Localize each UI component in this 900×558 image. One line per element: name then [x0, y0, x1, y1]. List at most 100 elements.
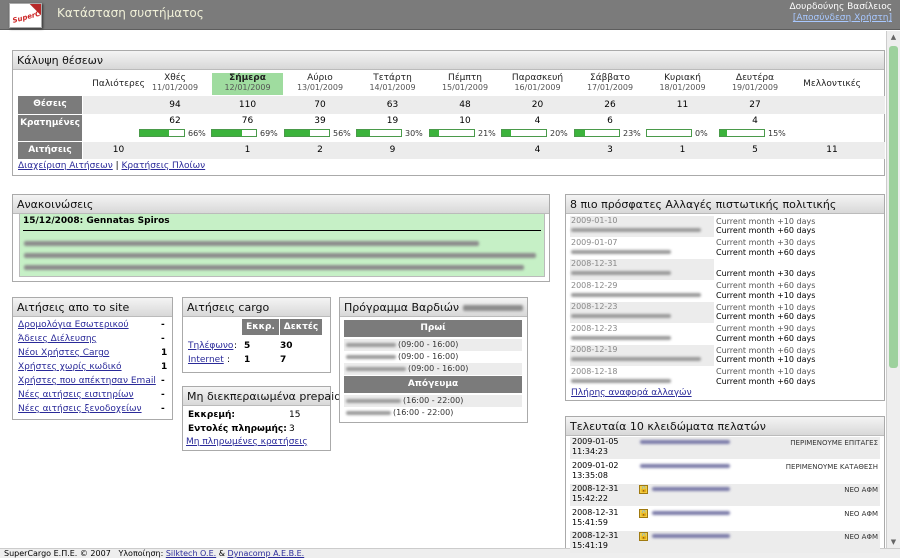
booked-percent: 30% — [405, 129, 423, 138]
site-request-link[interactable]: Άδειες Διέλευσης — [18, 334, 97, 344]
cargo-row-phone-label[interactable]: Τηλέφωνο — [188, 341, 233, 351]
booked-progress-fill — [357, 130, 371, 136]
booked-progress-bar — [501, 129, 547, 137]
requests-cell: 11 — [826, 145, 838, 155]
policy-date: 2008-12-23 — [571, 323, 618, 333]
coverage-row-label: Θέσεις — [18, 96, 82, 114]
top-bar: SuperCargo Κατάσταση συστήματος Δουρδούν… — [0, 0, 900, 30]
day-date: 14/01/2009 — [369, 83, 416, 92]
lock-customer-link[interactable] — [652, 487, 730, 491]
shift-morning-header: Πρωί — [344, 320, 522, 337]
booked-percent: 0% — [695, 129, 708, 138]
seats-cell: 20 — [531, 100, 544, 110]
site-request-link[interactable]: Νέες αιτήσεις εισιτηρίων — [18, 390, 134, 400]
booked-progress-bar — [429, 129, 475, 137]
booked-progress-bar — [646, 129, 692, 137]
policy-new-term: Current month +60 days — [716, 247, 816, 257]
footer-impl-label: Υλοποίηση: — [118, 549, 164, 558]
scroll-up-icon[interactable]: ▲ — [887, 31, 900, 43]
scrollbar-thumb[interactable] — [889, 46, 898, 368]
policy-customer — [571, 271, 671, 275]
day-header: Παρασκευή 16/01/2009 — [502, 73, 573, 95]
coverage-row-label: Κρατημένες — [18, 115, 82, 141]
site-request-link[interactable]: Νέες αιτήσεις ξενοδοχείων — [18, 404, 142, 414]
policy-date: 2008-12-29 — [571, 280, 618, 290]
announcement-item: 15/12/2008: Gennatas Spiros — [19, 213, 545, 277]
booked-progress-bar — [574, 129, 620, 137]
cargo-row-internet-pending: 1 — [244, 355, 251, 365]
locks-title: Τελευταία 10 κλειδώματα πελατών — [566, 417, 884, 436]
policy-new-term: Current month +60 days — [716, 333, 816, 343]
requests-cell: 4 — [534, 145, 541, 155]
vertical-scrollbar[interactable]: ▲ ▼ — [886, 31, 900, 548]
day-name: Παρασκευή — [511, 73, 564, 83]
announcements-title: Ανακοινώσεις — [13, 195, 549, 214]
lock-icon: 🔒 — [639, 532, 648, 541]
requests-cell: 1 — [244, 145, 251, 155]
booked-cell: 39 — [314, 116, 326, 126]
lock-status: ΝΕΟ ΑΦΜ — [844, 486, 878, 494]
policy-new-term: Current month +60 days — [716, 376, 816, 386]
policy-full-report-link[interactable]: Πλήρης αναφορά αλλαγών — [571, 388, 692, 398]
policy-customer — [571, 378, 671, 383]
lock-time: 15:41:59 — [572, 517, 608, 527]
site-request-link[interactable]: Δρομολόγια Εσωτερικού — [18, 320, 129, 330]
lock-date: 2008-12-31 — [572, 484, 619, 493]
coverage-row-label: Αιτήσεις — [18, 142, 82, 159]
footer-company2-link[interactable]: Dynacomp A.E.B.E. — [228, 549, 305, 558]
cargo-col-accepted: Δεκτές — [280, 319, 322, 335]
day-date: 11/01/2009 — [151, 83, 199, 92]
footer-company1-link[interactable]: Silktech O.E. — [166, 549, 216, 558]
cargo-row-internet-accepted: 7 — [280, 355, 287, 365]
coverage-links: Διαχείριση Αιτήσεων | Κρατήσεις Πλοίων — [18, 161, 206, 171]
seats-cell: 27 — [749, 100, 761, 110]
shifts-title: Πρόγραμμα Βαρδιών — [344, 301, 460, 314]
booked-cell: 19 — [386, 116, 399, 126]
day-header: Πέμπτη 15/01/2009 — [430, 73, 500, 95]
prepaid-title: Μη διεκπεραιωμένα prepaid — [183, 387, 341, 406]
lock-time: 11:34:23 — [572, 447, 608, 456]
day-name: Τετάρτη — [373, 73, 412, 83]
cargo-row-internet-label[interactable]: Internet — [188, 355, 224, 365]
day-name: Δευτέρα — [735, 73, 775, 83]
app-logo[interactable]: SuperCargo — [9, 3, 42, 28]
policy-new-term: Current month +10 days — [716, 290, 816, 300]
lock-date: 2008-12-31 — [572, 531, 619, 540]
shift-person — [346, 355, 396, 359]
lock-status: ΠΕΡΙΜΕΝΟΥΜΕ ΚΑΤΑΘΕΣΗ — [785, 462, 878, 471]
policy-date: 2009-01-10 — [571, 216, 618, 225]
lock-customer-link[interactable] — [652, 534, 730, 538]
lock-customer-link[interactable] — [652, 510, 730, 515]
booked-cell: 4 — [534, 116, 541, 126]
site-request-link[interactable]: Χρήστες χωρίς κωδικό — [18, 362, 122, 372]
site-request-count: - — [161, 320, 165, 330]
seats-cell: 63 — [386, 100, 399, 110]
scroll-down-icon[interactable]: ▼ — [887, 536, 900, 548]
lock-customer-link[interactable] — [640, 440, 730, 444]
shift-person — [346, 343, 396, 347]
manage-requests-link[interactable]: Διαχείριση Αιτήσεων — [18, 161, 113, 171]
lock-date: 2009-01-05 — [572, 437, 619, 446]
policy-old-term: Current month +60 days — [716, 281, 816, 290]
cargo-col-pending: Εκκρ. — [242, 319, 279, 335]
day-header: Αύριο 13/01/2009 — [285, 73, 355, 95]
day-header: Μελλοντικές — [792, 73, 872, 95]
site-request-link[interactable]: Νέοι Χρήστες Cargo — [18, 348, 109, 358]
day-date: 18/01/2009 — [659, 83, 706, 92]
site-request-count: - — [161, 404, 165, 414]
lock-icon: 🔒 — [639, 508, 648, 518]
ship-bookings-link[interactable]: Κρατήσεις Πλοίων — [122, 161, 206, 171]
prepaid-pending-label: Εκκρεμή: — [188, 410, 236, 420]
lock-customer-link[interactable] — [640, 463, 730, 468]
prepaid-orders-value: 3 — [289, 424, 295, 434]
logout-link[interactable]: [Αποσύνδεση Χρήστη] — [793, 13, 892, 23]
unpaid-bookings-link[interactable]: Μη πληρωμένες κρατήσεις — [186, 437, 308, 447]
booked-cell: 76 — [241, 116, 254, 126]
site-request-link[interactable]: Χρήστες που απέκτησαν Email — [18, 376, 156, 386]
shift-time: (09:00 - 16:00) — [398, 340, 459, 349]
lock-icon: 🔒 — [639, 485, 648, 494]
policy-old-term: Current month +90 days — [716, 324, 816, 333]
booked-progress-bar — [719, 129, 765, 137]
footer-copyright: SuperCargo Ε.Π.Ε. © 2007 — [4, 549, 111, 558]
site-requests-title: Αιτήσεις απο το site — [13, 298, 172, 317]
